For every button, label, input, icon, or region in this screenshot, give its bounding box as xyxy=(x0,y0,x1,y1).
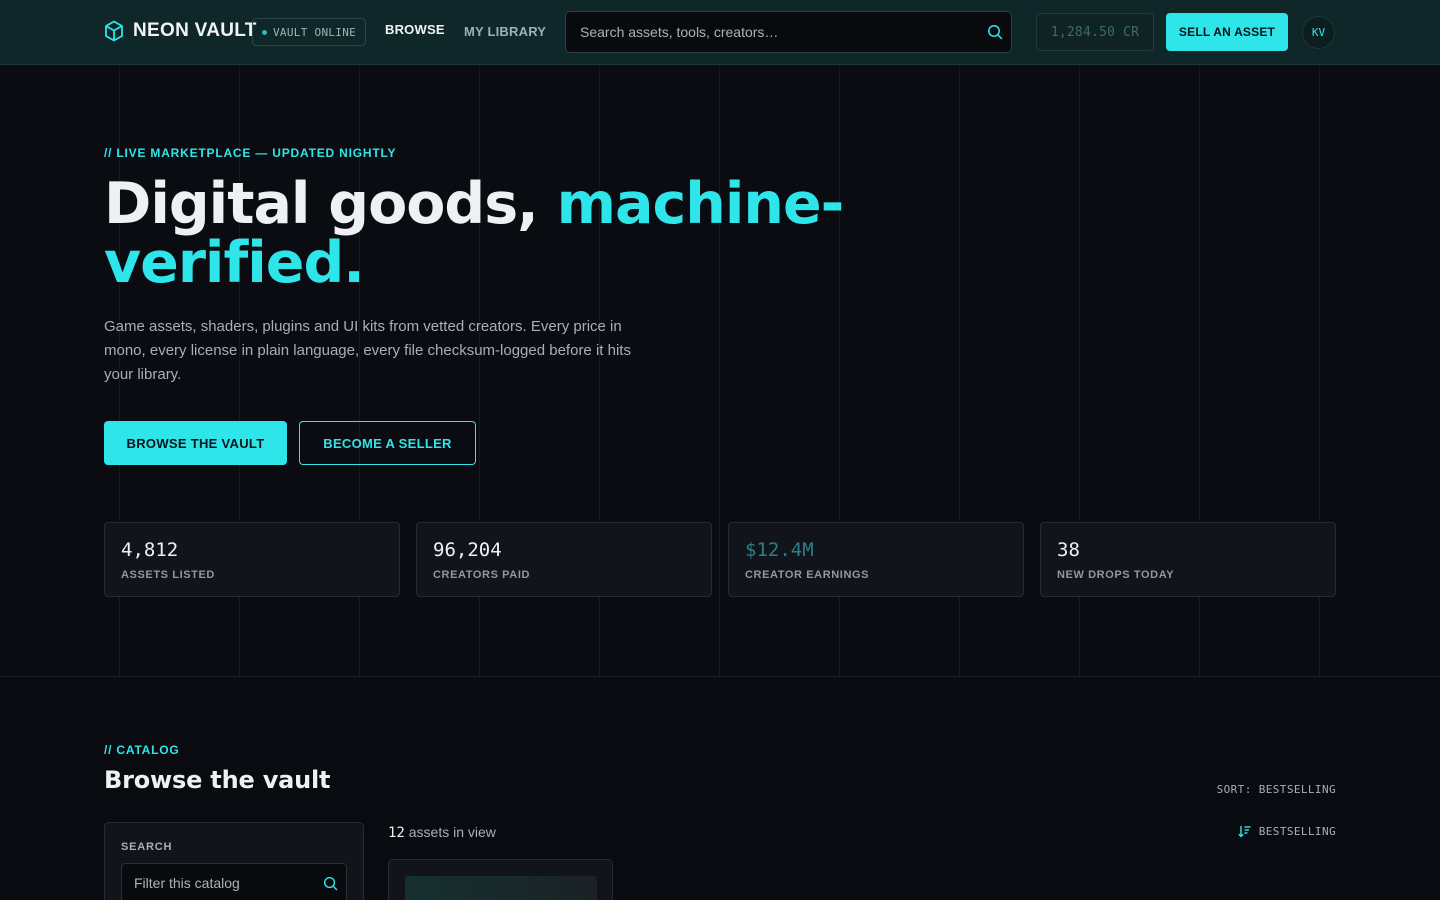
sell-asset-button[interactable]: SELL AN ASSET xyxy=(1166,13,1288,51)
stat-value: 96,204 xyxy=(433,539,502,561)
stat-card-earnings: $12.4M CREATOR EARNINGS xyxy=(728,522,1024,597)
stat-label: CREATORS PAID xyxy=(433,569,531,581)
asset-thumbnail xyxy=(405,876,597,900)
stat-label: CREATOR EARNINGS xyxy=(745,569,870,581)
browse-vault-button[interactable]: BROWSE THE VAULT xyxy=(104,421,287,465)
hero-title-main: Digital goods, xyxy=(104,171,539,237)
stat-value: $12.4M xyxy=(745,539,814,561)
become-seller-button[interactable]: BECOME A SELLER xyxy=(299,421,476,465)
search-icon[interactable] xyxy=(987,24,1003,40)
catalog-title: Browse the vault xyxy=(104,766,331,794)
top-navigation-bar: NEON VAULT VAULT ONLINE BROWSE MY LIBRAR… xyxy=(0,0,1440,65)
stat-value: 38 xyxy=(1057,539,1080,561)
stat-card-assets: 4,812 ASSETS LISTED xyxy=(104,522,400,597)
asset-count: 12 assets in view xyxy=(388,824,496,841)
global-search xyxy=(565,11,1012,53)
asset-card[interactable] xyxy=(388,859,613,900)
stat-label: ASSETS LISTED xyxy=(121,569,215,581)
catalog-filter xyxy=(121,863,347,900)
search-icon[interactable] xyxy=(323,876,338,891)
stat-value: 4,812 xyxy=(121,539,179,561)
asset-count-number: 12 xyxy=(388,825,405,841)
grid-line xyxy=(719,65,720,676)
hero-title: Digital goods, machine-verified. xyxy=(104,175,864,293)
hero-description: Game assets, shaders, plugins and UI kit… xyxy=(104,318,631,383)
vault-status-badge: VAULT ONLINE xyxy=(252,18,367,46)
stat-card-drops: 38 NEW DROPS TODAY xyxy=(1040,522,1336,597)
nav-my-library[interactable]: MY LIBRARY xyxy=(464,24,546,39)
cube-icon xyxy=(105,20,123,42)
hero-eyebrow: // LIVE MARKETPLACE — UPDATED NIGHTLY xyxy=(104,146,397,160)
vault-status-text: VAULT ONLINE xyxy=(273,25,357,39)
filter-panel: SEARCH xyxy=(104,822,364,900)
filter-search-label: SEARCH xyxy=(121,841,173,853)
asset-count-suffix: assets in view xyxy=(408,824,496,840)
user-avatar[interactable]: KV xyxy=(1302,16,1335,49)
credit-balance: 1,284.50 CR xyxy=(1036,13,1154,51)
sort-indicator: SORT: BESTSELLING xyxy=(1216,783,1336,796)
stat-card-creators: 96,204 CREATORS PAID xyxy=(416,522,712,597)
catalog-filter-input[interactable] xyxy=(122,864,312,900)
status-dot-icon xyxy=(262,29,267,35)
sort-button-label: BESTSELLING xyxy=(1258,825,1336,838)
stat-label: NEW DROPS TODAY xyxy=(1057,569,1175,581)
global-search-input[interactable] xyxy=(566,12,976,52)
brand-logo[interactable]: NEON VAULT xyxy=(104,20,257,42)
sort-dropdown-button[interactable]: BESTSELLING xyxy=(1238,825,1336,838)
hero-section: // LIVE MARKETPLACE — UPDATED NIGHTLY Di… xyxy=(0,65,1440,677)
brand-name: NEON VAULT xyxy=(133,20,257,41)
nav-browse[interactable]: BROWSE xyxy=(385,22,445,37)
sort-descending-icon xyxy=(1238,826,1251,838)
catalog-eyebrow: // CATALOG xyxy=(104,743,180,757)
